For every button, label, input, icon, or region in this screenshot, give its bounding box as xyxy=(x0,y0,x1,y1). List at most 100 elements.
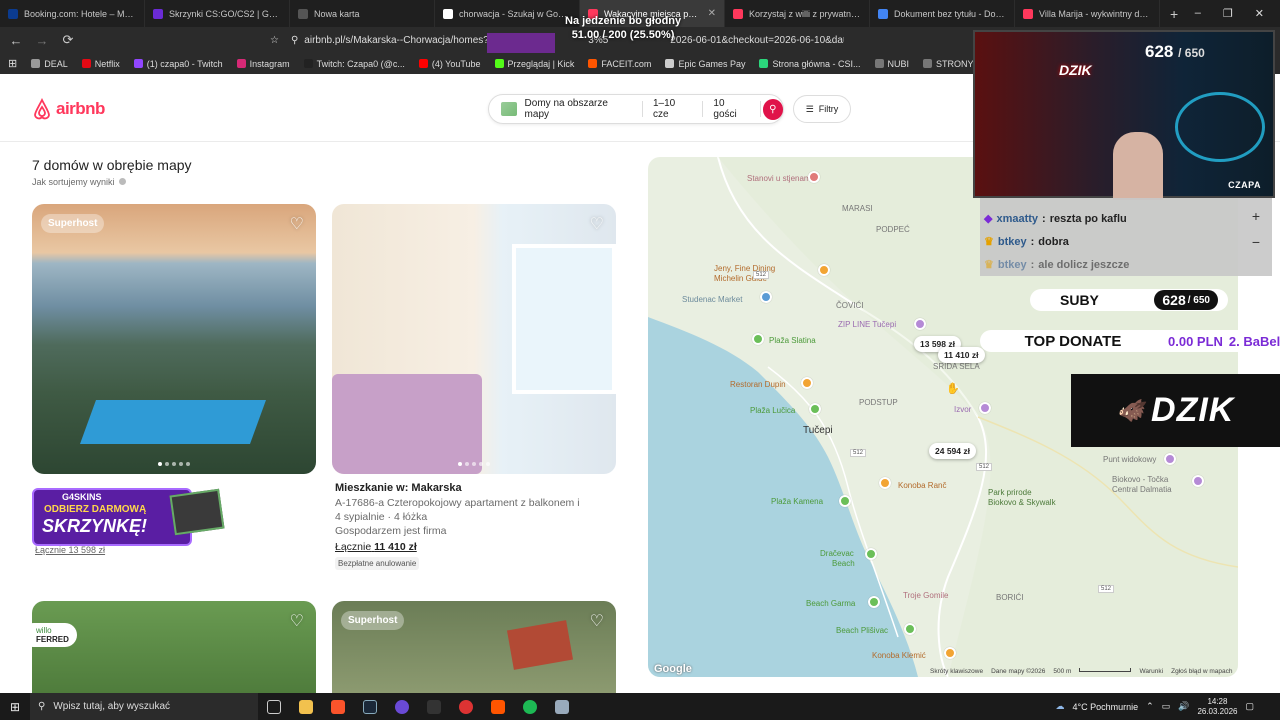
beach-pin-icon[interactable] xyxy=(839,495,851,507)
taskview-icon[interactable] xyxy=(258,693,290,720)
beach-pin-icon[interactable] xyxy=(865,548,877,560)
listing-card-photo[interactable]: ♡ xyxy=(332,204,616,474)
listing-rooms: 4 sypialnie · 4 łóżka xyxy=(335,511,428,523)
back-icon[interactable]: ← xyxy=(6,33,26,48)
listing-info[interactable]: Mieszkanie w: Makarska A-17686-a Czterop… xyxy=(335,482,615,570)
search-dates[interactable]: 1–10 cze xyxy=(643,98,704,120)
bookmark-item[interactable]: Netflix xyxy=(81,59,120,69)
sort-info-label: Jak sortujemy wyniki xyxy=(32,177,115,187)
calculator-icon[interactable] xyxy=(546,693,578,720)
csgo-icon[interactable] xyxy=(450,693,482,720)
restaurant-pin-icon[interactable] xyxy=(801,377,813,389)
bookmark-item[interactable]: Strona główna - CSI... xyxy=(759,59,861,69)
search-guests[interactable]: 10 gości xyxy=(703,98,761,120)
browser-tab[interactable]: Villa Marija - wykwintny dom z xyxy=(1015,0,1160,27)
sofa-image-detail xyxy=(332,374,482,474)
bookmark-item[interactable]: Twitch: Czapa0 (@c... xyxy=(303,58,405,69)
restaurant-pin-icon[interactable] xyxy=(879,477,891,489)
close-window-button[interactable]: ✕ xyxy=(1255,7,1264,20)
sort-info-link[interactable]: Jak sortujemy wyniki xyxy=(32,177,127,187)
wishlist-heart-icon[interactable]: ♡ xyxy=(590,214,604,234)
bookmark-item[interactable]: FACEIT.com xyxy=(588,59,651,69)
listing-card-photo[interactable]: willo FERRED ♡ xyxy=(32,601,316,693)
browser-tab[interactable]: Booking.com: Hotele – Makarska xyxy=(0,0,145,27)
brave-browser-icon[interactable] xyxy=(322,693,354,720)
steam-icon[interactable] xyxy=(354,693,386,720)
price-marker[interactable]: 24 594 zł xyxy=(929,443,976,459)
search-button[interactable]: ⚲ xyxy=(762,98,784,120)
weather-text[interactable]: 4°C Pochmurnie xyxy=(1073,702,1139,712)
spotify-icon[interactable] xyxy=(514,693,546,720)
airbnb-logo[interactable]: airbnb xyxy=(32,98,105,120)
tab-label: Booking.com: Hotele – Makarska xyxy=(24,8,136,19)
report-error-link[interactable]: Zgłoś błąd w mapach xyxy=(1171,668,1232,675)
beach-pin-icon[interactable] xyxy=(809,403,821,415)
price-marker[interactable]: 11 410 zł xyxy=(938,347,985,363)
listing-card-photo[interactable]: Superhost ♡ xyxy=(332,601,616,693)
network-icon[interactable]: ▭ xyxy=(1162,701,1171,712)
bookmark-item[interactable]: DEAL xyxy=(31,59,68,69)
notifications-icon[interactable]: ▢ xyxy=(1245,701,1254,712)
epic-games-icon[interactable] xyxy=(418,693,450,720)
beach-pin-icon[interactable] xyxy=(904,623,916,635)
landmark-pin-icon[interactable] xyxy=(1192,475,1204,487)
attraction-pin-icon[interactable] xyxy=(808,171,820,183)
bookmark-item[interactable]: Instagram xyxy=(236,59,290,69)
bookmark-item[interactable]: Przeglądaj | Kick xyxy=(494,59,574,69)
hand-cursor-icon: ✋ xyxy=(946,383,960,395)
shop-pin-icon[interactable] xyxy=(760,291,772,303)
obs-icon[interactable] xyxy=(386,693,418,720)
free-cancellation-badge: Bezpłatne anulowanie xyxy=(335,557,420,570)
listing-price[interactable]: Łącznie 11 410 zł xyxy=(335,541,615,553)
wishlist-heart-icon[interactable]: ♡ xyxy=(290,214,304,234)
bookmark-item[interactable]: (4) YouTube xyxy=(418,59,481,69)
site-info-icon[interactable]: ⚲ xyxy=(291,35,298,46)
search-location[interactable]: Domy na obszarze mapy xyxy=(517,98,643,120)
landmark-pin-icon[interactable] xyxy=(979,402,991,414)
search-pill[interactable]: Domy na obszarze mapy 1–10 cze 10 gości … xyxy=(488,94,784,124)
keyboard-shortcuts-link[interactable]: Skróty klawiszowe xyxy=(930,668,983,675)
bookmark-item[interactable]: (1) czapa0 - Twitch xyxy=(133,59,223,69)
tab-close-icon[interactable]: ✕ xyxy=(708,8,716,19)
beach-pin-icon[interactable] xyxy=(868,596,880,608)
new-tab-button[interactable]: + xyxy=(1160,6,1188,22)
terms-link[interactable]: Warunki xyxy=(1139,668,1163,675)
bookmark-star-icon[interactable]: ☆ xyxy=(270,35,279,46)
browser-tab[interactable]: Dokument bez tytułu - Dokum xyxy=(870,0,1015,27)
cam-sub-max: / 650 xyxy=(1178,46,1205,60)
restaurant-pin-icon[interactable] xyxy=(944,647,956,659)
clock[interactable]: 14:28 26.03.2026 xyxy=(1197,697,1237,717)
forward-icon[interactable]: → xyxy=(32,33,52,48)
wishlist-heart-icon[interactable]: ♡ xyxy=(290,611,304,631)
map-label: Beach xyxy=(832,559,855,568)
beach-pin-icon[interactable] xyxy=(752,333,764,345)
listing-card-photo[interactable]: Superhost ♡ xyxy=(32,204,316,474)
taskbar-search[interactable]: ⚲ Wpisz tutaj, aby wyszukać xyxy=(30,693,258,720)
viewpoint-pin-icon[interactable] xyxy=(1164,453,1176,465)
faceit-icon[interactable] xyxy=(482,693,514,720)
map-zoom-in-button[interactable]: + xyxy=(1252,208,1260,224)
bookmark-label: Twitch: Czapa0 (@c... xyxy=(316,58,405,69)
filters-button[interactable]: ☰ Filtry xyxy=(793,95,851,123)
restore-button[interactable]: ❐ xyxy=(1223,7,1233,20)
browser-tab[interactable]: Nowa karta xyxy=(290,0,435,27)
wishlist-heart-icon[interactable]: ♡ xyxy=(590,611,604,631)
tray-expand-icon[interactable]: ⌃ xyxy=(1146,701,1154,712)
activity-pin-icon[interactable] xyxy=(914,318,926,330)
windows-start-icon[interactable]: ⊞ xyxy=(0,700,30,714)
map-zoom-out-button[interactable]: − xyxy=(1252,234,1260,250)
file-explorer-icon[interactable] xyxy=(290,693,322,720)
browser-tab[interactable]: Korzystaj z willi z prywatnym b xyxy=(725,0,870,27)
bookmark-item[interactable]: STRONY xyxy=(923,59,974,69)
browser-tab[interactable]: chorwacja - Szukaj w Google xyxy=(435,0,580,27)
price-value: 11 410 zł xyxy=(374,541,417,553)
url-input[interactable]: ☆ ⚲ airbnb.pl/s/Makarska--Chorwacja/home… xyxy=(84,30,844,50)
minimize-button[interactable]: – xyxy=(1195,7,1201,20)
bookmark-item[interactable]: Epic Games Pay xyxy=(665,59,745,69)
volume-icon[interactable]: 🔊 xyxy=(1178,701,1189,712)
browser-tab[interactable]: Skrzynki CS:GO/CS2 | G4Skins xyxy=(145,0,290,27)
reload-icon[interactable]: ⟳ xyxy=(58,32,78,48)
bookmark-item[interactable]: NUBI xyxy=(874,59,909,69)
apps-grid-icon[interactable]: ⊞ xyxy=(8,57,17,70)
restaurant-pin-icon[interactable] xyxy=(818,264,830,276)
